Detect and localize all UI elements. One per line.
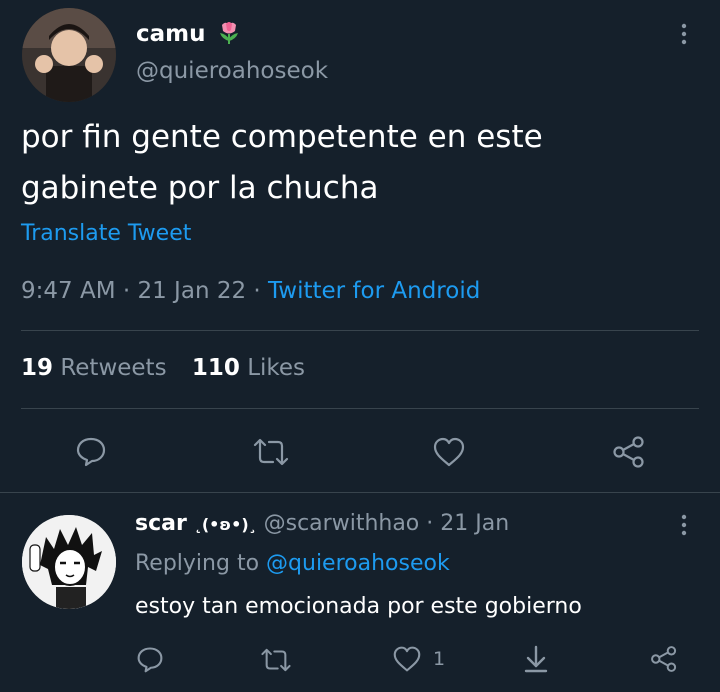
replying-to-prefix: Replying to <box>135 551 260 576</box>
replying-to: Replying to @quieroahoseok <box>135 551 450 576</box>
reply-retweet-icon[interactable] <box>259 646 293 674</box>
likes-stat[interactable]: 110 Likes <box>192 355 305 381</box>
retweets-count: 19 <box>21 355 54 381</box>
reply-share-icon[interactable] <box>650 645 678 673</box>
avatar[interactable] <box>22 8 116 102</box>
like-icon[interactable] <box>432 436 466 468</box>
reply-like-icon <box>392 645 422 673</box>
reply-reply-icon[interactable] <box>136 645 164 673</box>
tweet-text: por fin gente competente en este gabinet… <box>21 112 543 214</box>
tweet-stats: 19 Retweets 110 Likes <box>21 355 305 381</box>
reply-name-kaomoji: ˛(•ʚ•)¸ <box>193 515 257 534</box>
reply-like-button[interactable]: 1 <box>392 645 445 673</box>
likes-label: Likes <box>247 355 306 381</box>
reply-icon[interactable] <box>75 435 107 467</box>
reply-separator: · <box>426 511 434 536</box>
reply-display-name[interactable]: scar <box>135 511 187 536</box>
reply-header: scar ˛(•ʚ•)¸ @scarwithhao · 21 Jan <box>135 511 509 536</box>
tulip-icon <box>216 19 242 51</box>
handle[interactable]: @quieroahoseok <box>136 58 328 84</box>
reply-like-count: 1 <box>433 648 446 670</box>
reply-avatar[interactable] <box>22 515 116 609</box>
display-name[interactable]: camu <box>136 19 242 51</box>
reply-more-options-icon[interactable] <box>676 512 692 538</box>
meta-separator: · <box>253 278 261 304</box>
share-icon[interactable] <box>612 435 646 469</box>
replying-to-handle[interactable]: @quieroahoseok <box>266 551 450 576</box>
divider <box>21 330 699 331</box>
tweet-meta: 9:47 AM · 21 Jan 22 · Twitter for Androi… <box>21 278 480 304</box>
retweet-icon[interactable] <box>251 436 291 468</box>
retweets-stat[interactable]: 19 Retweets <box>21 355 174 381</box>
more-options-icon[interactable] <box>676 21 692 47</box>
reply-text: estoy tan emocionada por este gobierno <box>135 594 582 619</box>
reply-handle[interactable]: @scarwithhao <box>264 511 420 536</box>
likes-count: 110 <box>191 355 240 381</box>
retweets-label: Retweets <box>60 355 167 381</box>
tweet-text-line: por fin gente competente en este <box>21 119 543 155</box>
reply-date: 21 Jan <box>440 511 510 536</box>
translate-link[interactable]: Translate Tweet <box>21 221 191 246</box>
tweet-source-link[interactable]: Twitter for Android <box>268 278 480 304</box>
tweet-text-line: gabinete por la chucha <box>21 170 379 206</box>
divider <box>0 492 720 493</box>
tweet-time: 9:47 AM <box>21 278 116 304</box>
divider <box>21 408 699 409</box>
meta-separator: · <box>122 278 131 304</box>
tweet-date: 21 Jan 22 <box>137 278 247 304</box>
download-icon[interactable] <box>522 644 550 674</box>
